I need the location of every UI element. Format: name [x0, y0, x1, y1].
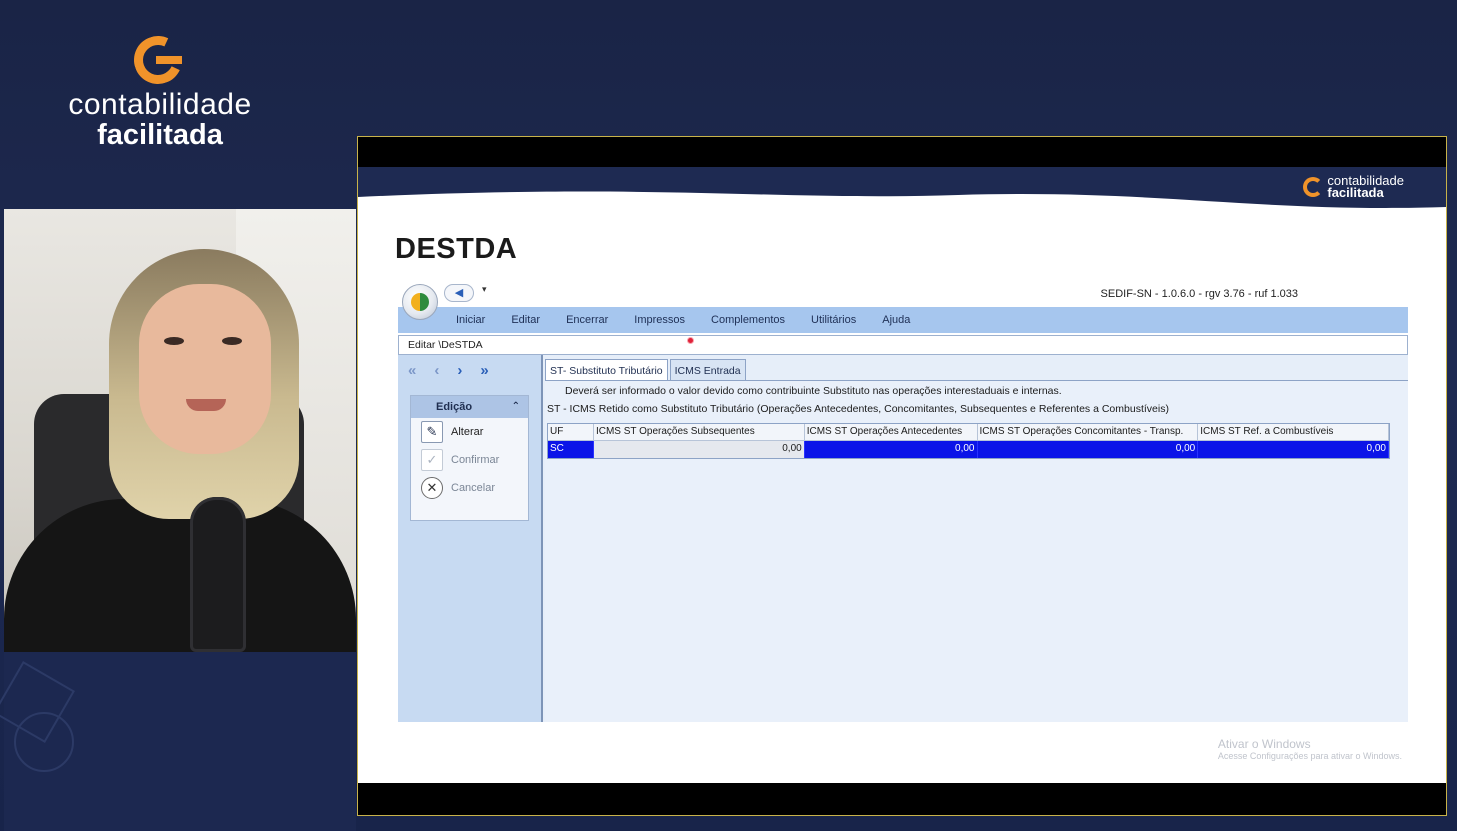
alterar-label: Alterar — [451, 426, 484, 438]
cell-combustiveis[interactable]: 0,00 — [1198, 441, 1389, 458]
section-caption: ST - ICMS Retido como Substituto Tributá… — [547, 403, 1169, 415]
edit-group: Edição ⌃ ✎ Alterar ✓ Confirmar ✕ Cancela… — [410, 395, 529, 521]
cell-antecedentes[interactable]: 0,00 — [804, 441, 978, 458]
column-header-combustiveis[interactable]: ICMS ST Ref. a Combustíveis — [1198, 424, 1389, 441]
tab-substituto-tributario[interactable]: ST- Substituto Tributário — [545, 359, 668, 381]
menu-encerrar[interactable]: Encerrar — [566, 314, 608, 326]
watermark-line2: Acesse Configurações para ativar o Windo… — [1217, 751, 1402, 761]
alterar-button[interactable]: ✎ Alterar — [411, 418, 528, 446]
watermark-line1: Ativar o Windows — [1217, 737, 1311, 751]
brand-mark-icon — [127, 29, 189, 91]
menu-iniciar[interactable]: Iniciar — [456, 314, 485, 326]
column-header-antecedentes[interactable]: ICMS ST Operações Antecedentes — [804, 424, 978, 441]
slide-logo: contabilidade facilitada — [1303, 174, 1404, 200]
brand-name-line1: contabilidade — [68, 88, 252, 121]
customize-toolbar-dropdown[interactable]: ▾ — [482, 284, 487, 295]
app-body: « ‹ › » Edição ⌃ ✎ Alterar ✓ Confirmar ✕… — [398, 355, 1408, 722]
next-icon[interactable]: › — [457, 362, 462, 379]
menu-utilitarios[interactable]: Utilitários — [811, 314, 856, 326]
cell-subsequentes[interactable]: 0,00 — [593, 441, 805, 458]
last-icon[interactable]: » — [480, 362, 488, 379]
cell-concomitantes[interactable]: 0,00 — [977, 441, 1199, 458]
brand-logo: contabilidade facilitada — [60, 29, 260, 151]
menu-complementos[interactable]: Complementos — [711, 314, 785, 326]
sedif-app-window: ◀ ▾ SEDIF-SN - 1.0.6.0 - rgv 3.76 - ruf … — [398, 282, 1408, 722]
left-sidebar: « ‹ › » Edição ⌃ ✎ Alterar ✓ Confirmar ✕… — [398, 355, 543, 722]
back-arrow-icon: ◀ — [454, 287, 464, 299]
column-header-uf[interactable]: UF — [548, 424, 594, 441]
cancelar-button[interactable]: ✕ Cancelar — [411, 474, 528, 502]
prev-icon[interactable]: ‹ — [434, 362, 439, 379]
webcam-feed — [4, 209, 356, 652]
app-version: SEDIF-SN - 1.0.6.0 - rgv 3.76 - ruf 1.03… — [1100, 288, 1298, 300]
main-pane: ST- Substituto Tributário ICMS Entrada D… — [545, 355, 1408, 722]
menu-ajuda[interactable]: Ajuda — [882, 314, 910, 326]
breadcrumb: Editar \DeSTDA — [398, 335, 1408, 355]
brand-name-line2: facilitada — [97, 119, 223, 151]
slide-logo-line2: facilitada — [1327, 185, 1384, 200]
slide-header-wave — [358, 167, 1446, 208]
grid-header-row: UF ICMS ST Operações Subsequentes ICMS S… — [548, 424, 1389, 441]
tab-content: Deverá ser informado o valor devido como… — [545, 380, 1408, 722]
edit-group-header[interactable]: Edição ⌃ — [411, 396, 528, 418]
check-icon: ✓ — [421, 449, 443, 471]
cancel-icon: ✕ — [421, 477, 443, 499]
mouse-cursor-highlight — [687, 337, 694, 344]
presentation-slide: contabilidade facilitada DESTDA ◀ ▾ SEDI… — [357, 136, 1447, 816]
tab-icms-entrada[interactable]: ICMS Entrada — [669, 359, 746, 381]
tab-strip: ST- Substituto Tributário ICMS Entrada — [545, 359, 746, 381]
first-icon[interactable]: « — [408, 362, 416, 379]
app-menu-button[interactable] — [402, 284, 438, 320]
background-decoration — [0, 652, 356, 831]
menu-bar: Iniciar Editar Encerrar Impressos Comple… — [398, 307, 1408, 333]
app-logo-icon — [411, 293, 429, 311]
record-navigation: « ‹ › » — [408, 362, 489, 379]
cell-uf[interactable]: SC — [548, 441, 594, 458]
table-row[interactable]: SC 0,00 0,00 0,00 0,00 — [548, 441, 1389, 458]
cancelar-label: Cancelar — [451, 482, 496, 494]
collapse-icon[interactable]: ⌃ — [512, 396, 520, 418]
pencil-icon: ✎ — [421, 421, 443, 443]
windows-activation-watermark: Ativar o Windows Acesse Configurações pa… — [1218, 737, 1402, 761]
edit-group-title: Edição — [436, 401, 473, 413]
confirmar-label: Confirmar — [451, 454, 500, 466]
data-grid: UF ICMS ST Operações Subsequentes ICMS S… — [547, 423, 1390, 459]
column-header-subsequentes[interactable]: ICMS ST Operações Subsequentes — [593, 424, 805, 441]
brand-mark-icon — [1303, 177, 1324, 197]
back-button[interactable]: ◀ — [444, 284, 474, 302]
menu-editar[interactable]: Editar — [511, 314, 540, 326]
column-header-concomitantes[interactable]: ICMS ST Operações Concomitantes - Transp… — [977, 424, 1199, 441]
slide-title: DESTDA — [395, 233, 518, 265]
confirmar-button[interactable]: ✓ Confirmar — [411, 446, 528, 474]
description-text: Deverá ser informado o valor devido como… — [565, 385, 1062, 397]
menu-impressos[interactable]: Impressos — [634, 314, 685, 326]
microphone — [190, 497, 246, 652]
